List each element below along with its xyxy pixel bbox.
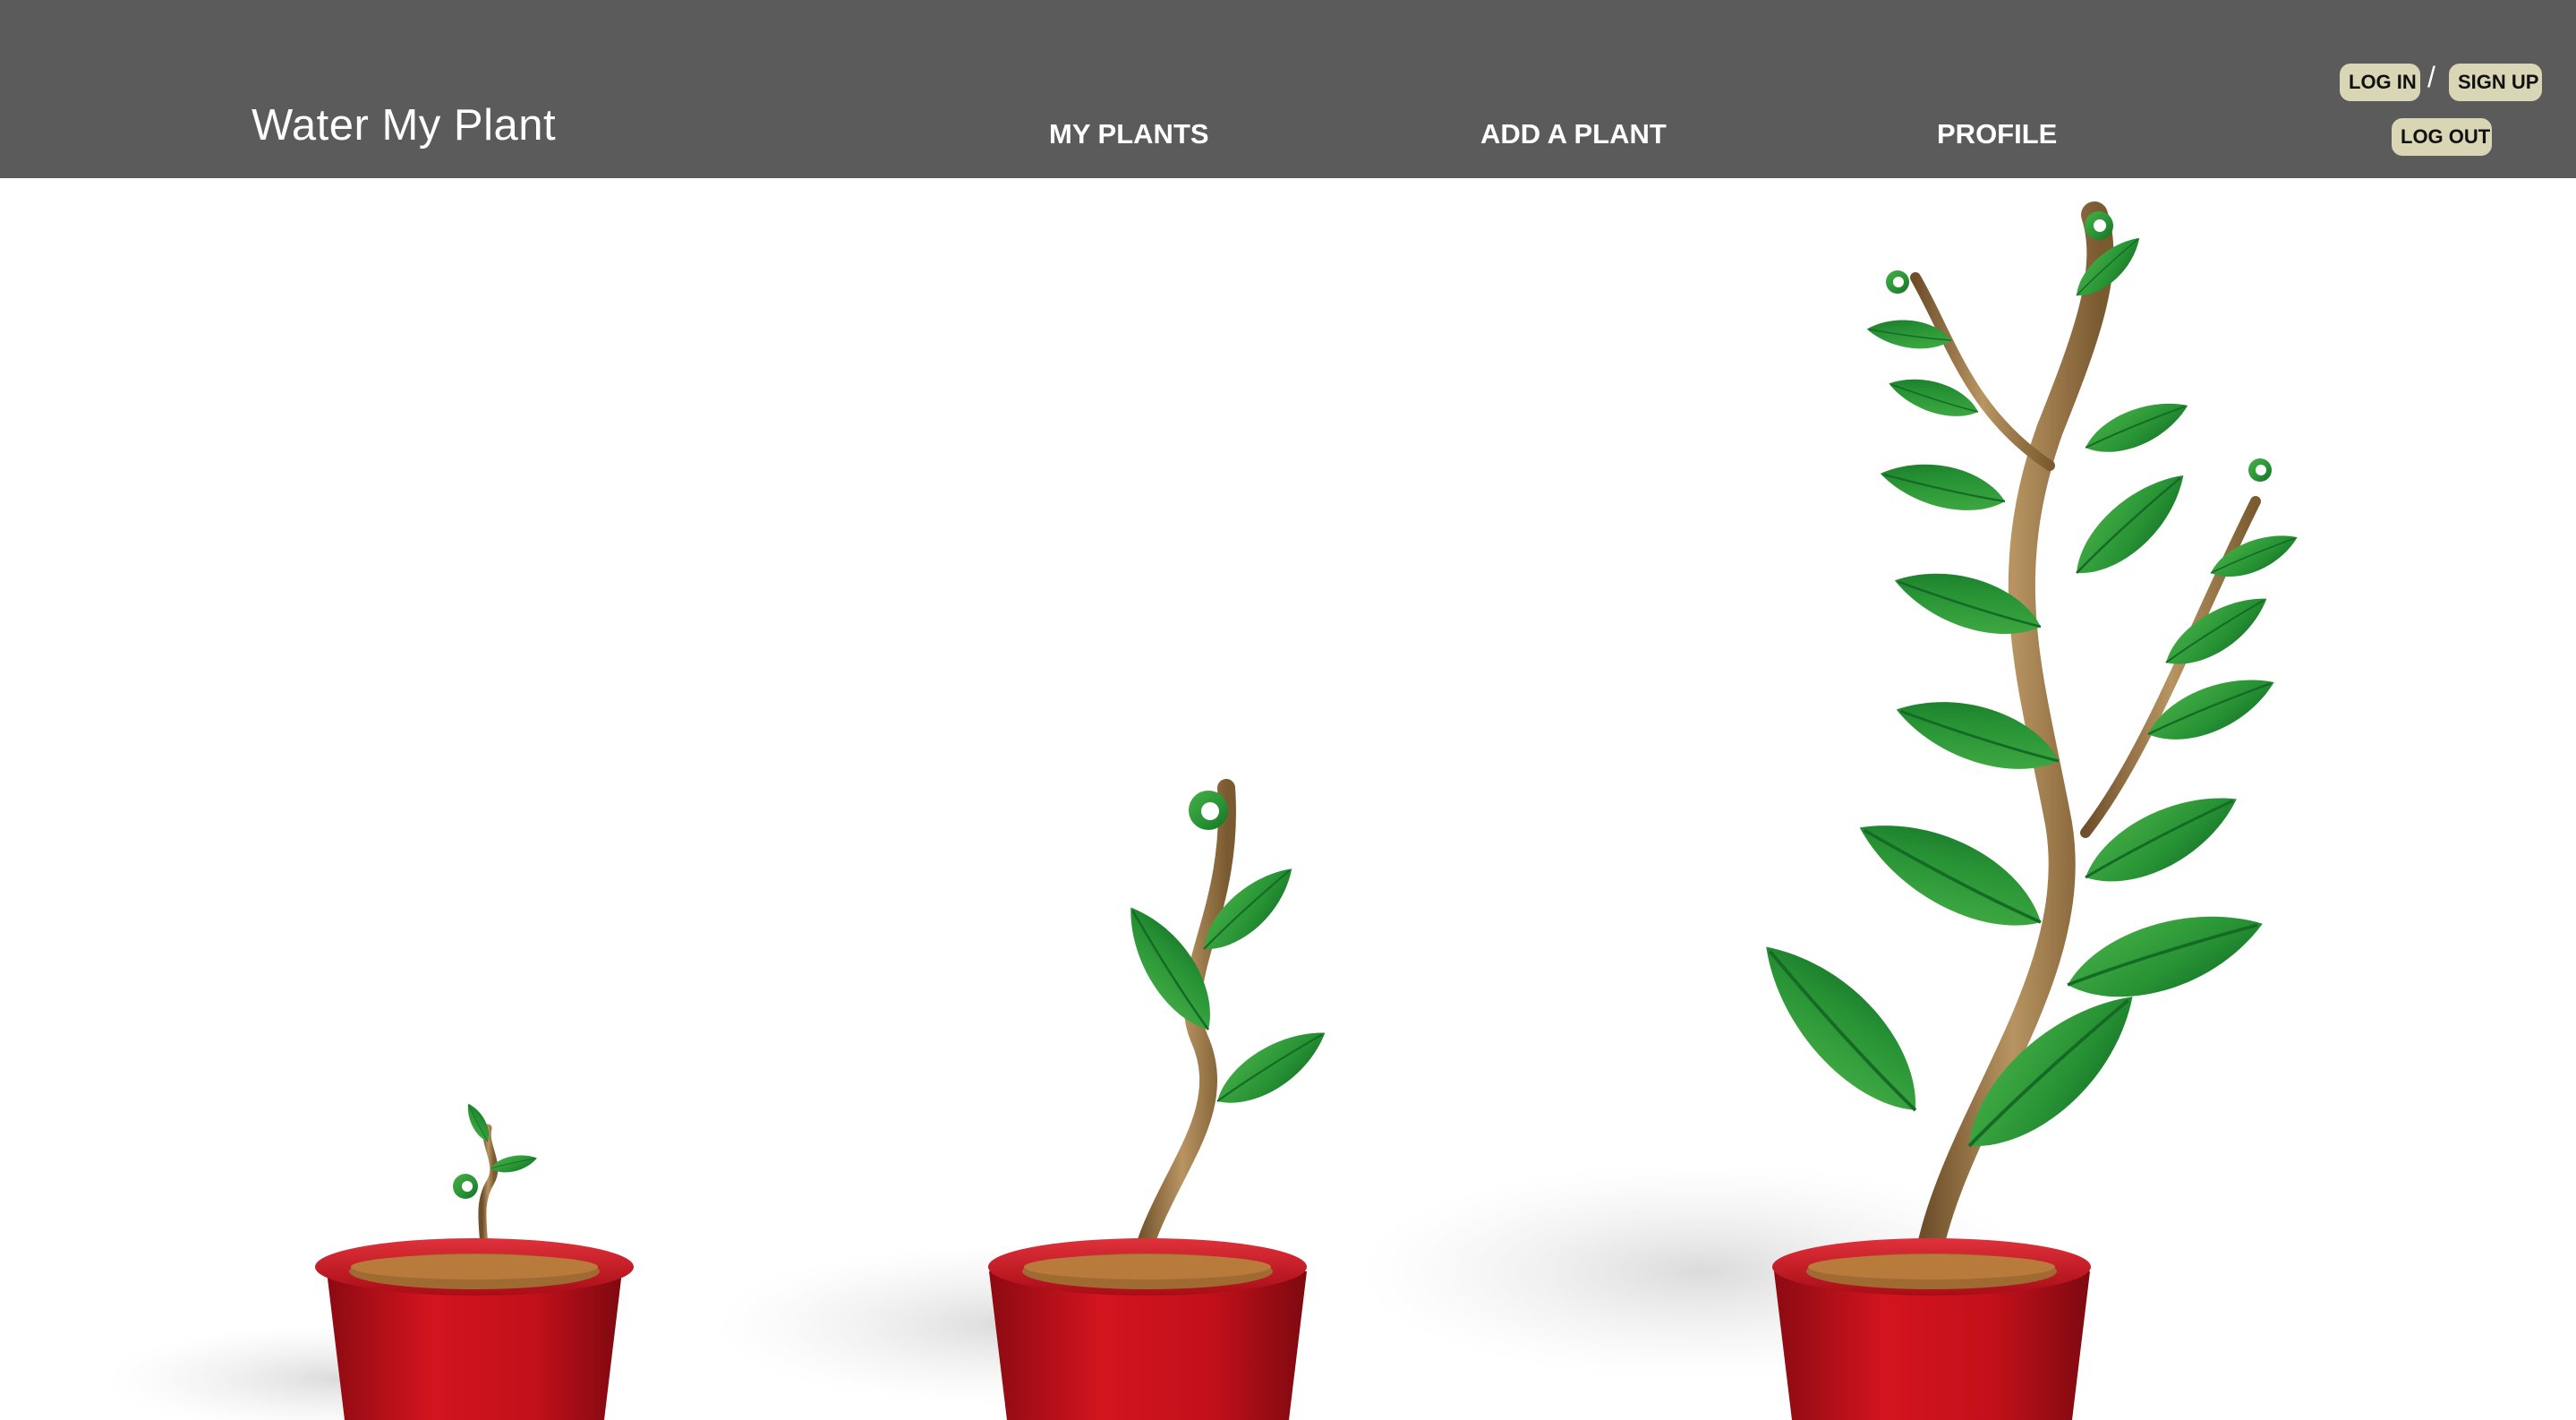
logout-button[interactable]: LOG OUT	[2392, 118, 2492, 156]
page: Water My Plant MY PLANTS ADD A PLANT PRO…	[0, 0, 2576, 1420]
nav-add-a-plant[interactable]: ADD A PLANT	[1480, 118, 1667, 150]
navbar: Water My Plant MY PLANTS ADD A PLANT PRO…	[0, 0, 2576, 178]
pot	[988, 1238, 1307, 1420]
auth-separator: /	[2427, 61, 2435, 93]
hero-plants-illustration	[107, 201, 2305, 1420]
nav-profile[interactable]: PROFILE	[1937, 118, 2057, 150]
young-plant	[1113, 779, 1339, 1285]
login-button[interactable]: LOG IN	[2340, 64, 2420, 101]
pot	[1772, 1238, 2091, 1420]
signup-button[interactable]: SIGN UP	[2449, 64, 2542, 101]
nav-my-plants[interactable]: MY PLANTS	[1049, 118, 1209, 150]
grown-plant	[1742, 201, 2305, 1294]
pot	[315, 1238, 634, 1420]
site-title[interactable]: Water My Plant	[252, 100, 556, 150]
